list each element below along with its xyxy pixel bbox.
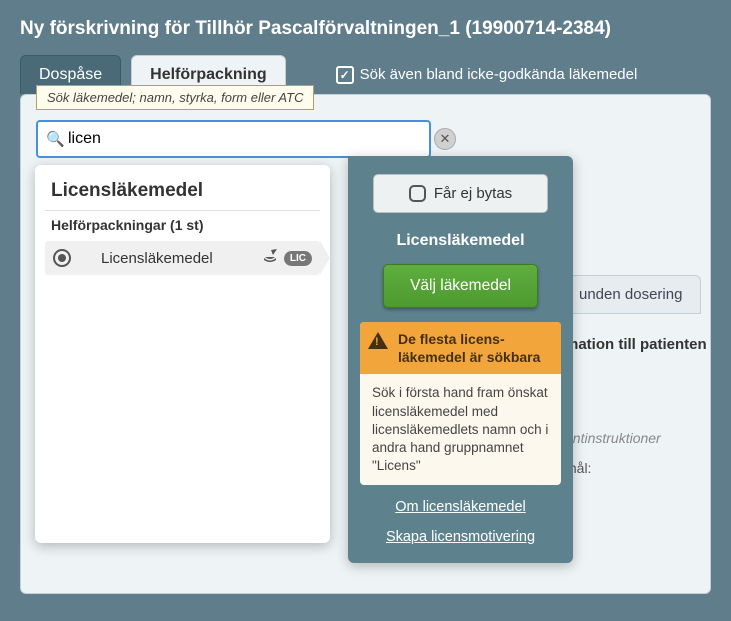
clear-search-button[interactable]: ✕ (434, 128, 456, 150)
about-license-link[interactable]: Om licensläkemedel (360, 499, 561, 515)
search-results-dropdown: Licensläkemedel Helförpackningar (1 st) … (35, 165, 330, 543)
bg-tab-dosering[interactable]: unden dosering (560, 275, 701, 314)
result-item-licenslakemedel[interactable]: Licensläkemedel LIC (45, 241, 320, 275)
warning-body: Sök i första hand fram önskat licensläke… (360, 374, 561, 485)
medication-info-panel: Får ej bytas Licensläkemedel Välj läkeme… (348, 156, 573, 563)
no-substitution-label: Får ej bytas (434, 185, 512, 202)
checkmark-icon: ✓ (336, 66, 354, 84)
warning-box: De flesta licens­läkemedel är sökbara Sö… (360, 322, 561, 485)
bg-placeholder: entinstruktioner (565, 430, 661, 446)
warning-triangle-icon (368, 332, 388, 349)
search-tooltip: Sök läkemedel; namn, styrka, form eller … (36, 85, 314, 110)
lic-badge: LIC (284, 251, 312, 266)
choose-medication-button[interactable]: Välj läkemedel (383, 264, 538, 308)
mortar-pestle-icon (262, 249, 278, 267)
search-icon: 🔍 (46, 130, 65, 148)
result-item-label: Licensläkemedel (101, 250, 257, 267)
window-title: Ny förskrivning för Tillhör Pascalförval… (0, 0, 731, 55)
dropdown-subheader: Helförpackningar (1 st) (45, 210, 320, 241)
create-motivation-link[interactable]: Skapa licensmotivering (360, 529, 561, 545)
warning-heading: De flesta licens­läkemedel är sökbara (360, 322, 561, 374)
dropdown-title: Licensläkemedel (45, 177, 320, 210)
search-nonapproved-checkbox[interactable]: ✓ Sök även bland icke-godkända läkemedel (336, 66, 638, 84)
search-input[interactable] (36, 120, 431, 158)
radio-selected-icon (53, 249, 71, 267)
checkbox-text: Sök även bland icke-godkända läkemedel (360, 66, 638, 83)
info-panel-title: Licensläkemedel (360, 232, 561, 250)
bg-section-heading: mation till patienten (565, 336, 707, 353)
checkbox-empty-icon (409, 185, 426, 202)
no-substitution-toggle[interactable]: Får ej bytas (373, 174, 548, 213)
